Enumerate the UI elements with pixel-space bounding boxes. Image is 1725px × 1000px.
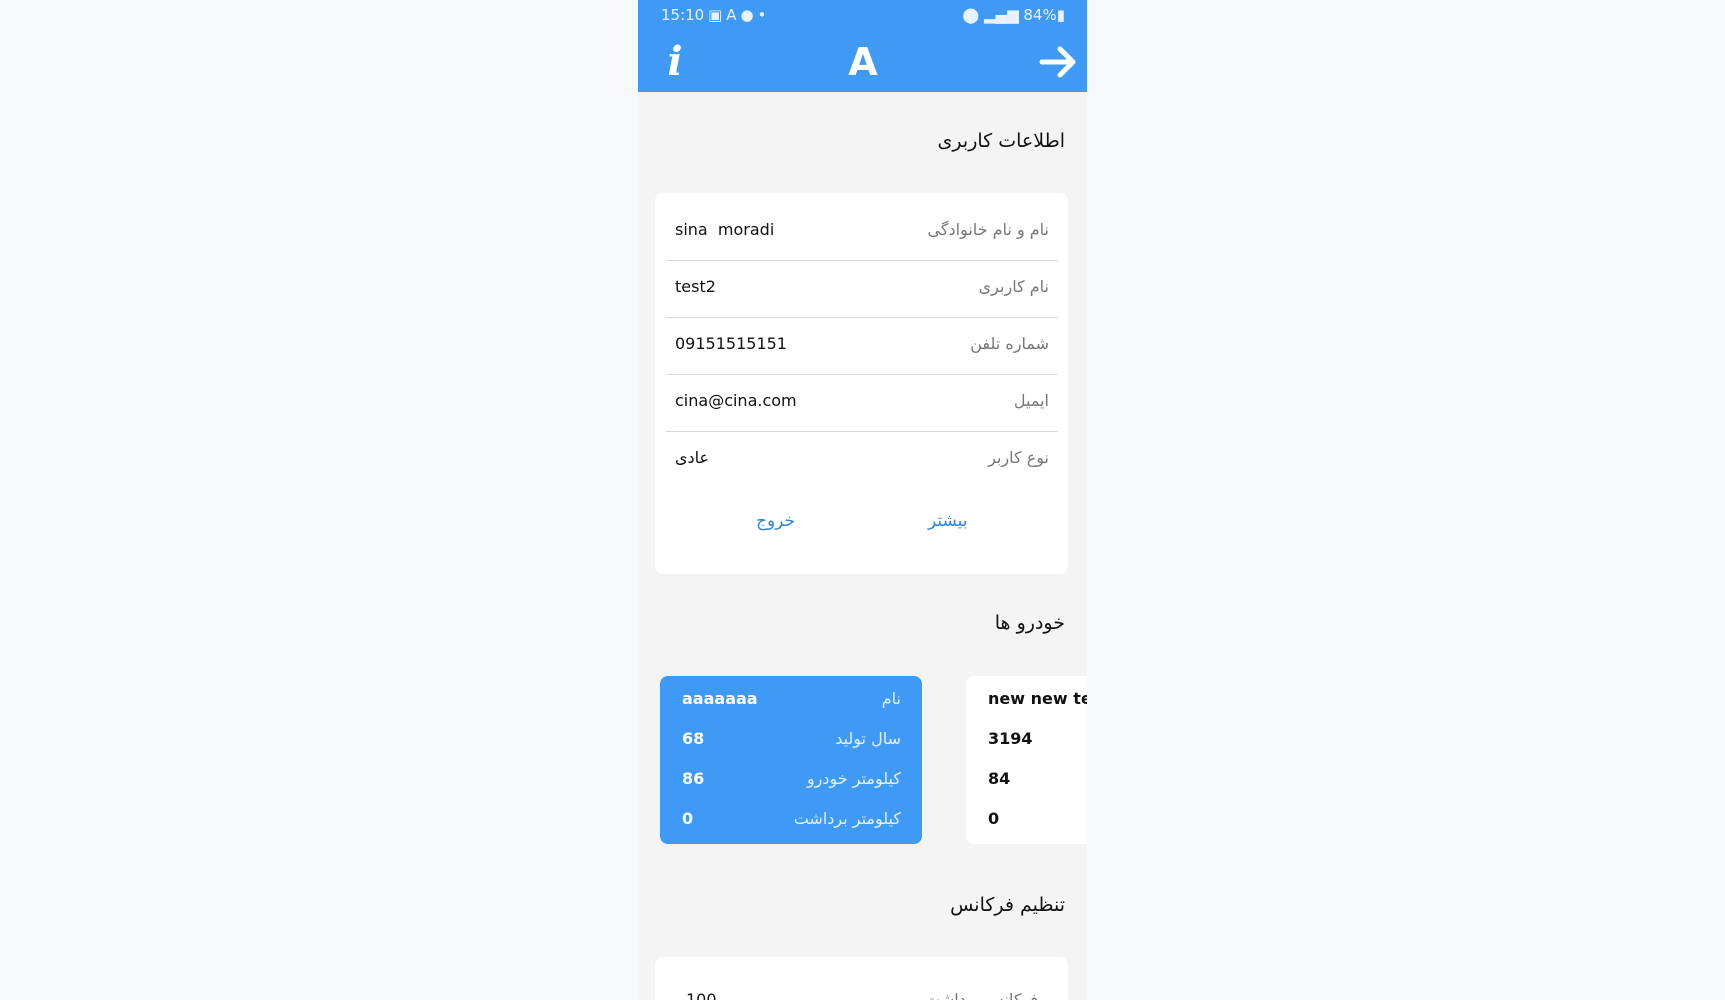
location-icon: ⬤ <box>962 6 980 24</box>
more-button[interactable]: بیشتر <box>928 511 968 531</box>
car-field-year: 3194 <box>966 724 1087 754</box>
image-icon: ▣ <box>708 6 727 24</box>
notification-icons: ▣A●• <box>708 6 770 24</box>
car-km-label: کیلومتر خودرو <box>806 769 901 788</box>
car-year-value: 68 <box>682 729 705 748</box>
status-right: ⬤ ▂▄▆ 84%▮ <box>962 6 1065 24</box>
app-logo: A <box>848 40 878 84</box>
cars-title: خودرو ها <box>994 612 1065 634</box>
car-km-harvest-value: 0 <box>682 809 694 828</box>
user-type-label: نوع کاربر <box>988 448 1049 467</box>
info-row-email: ایمیل cina@cina.com <box>666 374 1058 432</box>
email-value: cina@cina.com <box>675 391 797 410</box>
user-info-title: اطلاعات کاربری <box>937 130 1065 152</box>
back-button[interactable] <box>1038 42 1078 82</box>
email-label: ایمیل <box>1013 391 1049 410</box>
dot-icon: • <box>757 6 771 24</box>
battery-level: 84% <box>1023 6 1057 24</box>
car-year-label: سال تولید <box>835 729 901 748</box>
frequency-card: فرکانس برداشت 100 <box>655 957 1068 1000</box>
info-row-fullname: نام و نام خانوادگی sina moradi <box>666 203 1058 261</box>
phone-screen: 15:10 ▣A●• ⬤ ▂▄▆ 84%▮ i A اطلاعات کاربری… <box>638 0 1087 1000</box>
info-row-user-type: نوع کاربر عادی <box>666 431 1058 488</box>
car-card[interactable]: نام aaaaaaa سال تولید 68 کیلومتر خودرو 8… <box>660 676 922 844</box>
app-a-icon: A <box>726 6 741 24</box>
info-row-phone: شماره تلفن 09151515151 <box>666 317 1058 375</box>
logout-button[interactable]: خروج <box>756 511 795 531</box>
status-time: 15:10 <box>661 6 705 24</box>
car-card[interactable]: new new test 3194 84 0 <box>966 676 1087 844</box>
car-field-km-harvest: کیلومتر برداشت 0 <box>660 804 922 834</box>
car-field-name: new new test <box>966 684 1087 714</box>
car-km-value: 86 <box>682 769 705 788</box>
car-name-label: نام <box>881 689 901 708</box>
arrow-right-icon <box>1039 46 1076 78</box>
car-field-km-harvest: 0 <box>966 804 1087 834</box>
user-type-value: عادی <box>675 448 710 467</box>
status-bar: 15:10 ▣A●• ⬤ ▂▄▆ 84%▮ <box>638 0 1087 30</box>
fullname-label: نام و نام خانوادگی <box>927 220 1049 239</box>
frequency-value[interactable]: 100 <box>686 990 717 1000</box>
car-name-value: aaaaaaa <box>682 689 758 708</box>
phone-label: شماره تلفن <box>970 334 1049 353</box>
android-icon: ● <box>740 6 758 24</box>
user-info-card: نام و نام خانوادگی sina moradi نام کاربر… <box>655 193 1068 574</box>
car-km-harvest-value: 0 <box>988 809 1000 828</box>
car-km-value: 84 <box>988 769 1011 788</box>
signal-icon: ▂▄▆ <box>984 6 1019 24</box>
info-icon: i <box>667 38 683 85</box>
info-button[interactable]: i <box>660 40 690 84</box>
info-row-username: نام کاربری test2 <box>666 260 1058 318</box>
car-year-value: 3194 <box>988 729 1033 748</box>
frequency-title: تنظیم فرکانس <box>950 894 1065 916</box>
car-km-harvest-label: کیلومتر برداشت <box>793 809 901 828</box>
username-label: نام کاربری <box>978 277 1049 296</box>
battery-icon: ▮ <box>1056 6 1065 24</box>
frequency-label: فرکانس برداشت <box>925 990 1038 1000</box>
username-value: test2 <box>675 277 716 296</box>
car-name-value: new new test <box>988 689 1087 708</box>
phone-value: 09151515151 <box>675 334 787 353</box>
app-bar: 15:10 ▣A●• ⬤ ▂▄▆ 84%▮ i A <box>638 0 1087 92</box>
car-field-year: سال تولید 68 <box>660 724 922 754</box>
fullname-value: sina moradi <box>675 220 775 239</box>
car-field-km: 84 <box>966 764 1087 794</box>
car-field-name: نام aaaaaaa <box>660 684 922 714</box>
car-field-km: کیلومتر خودرو 86 <box>660 764 922 794</box>
